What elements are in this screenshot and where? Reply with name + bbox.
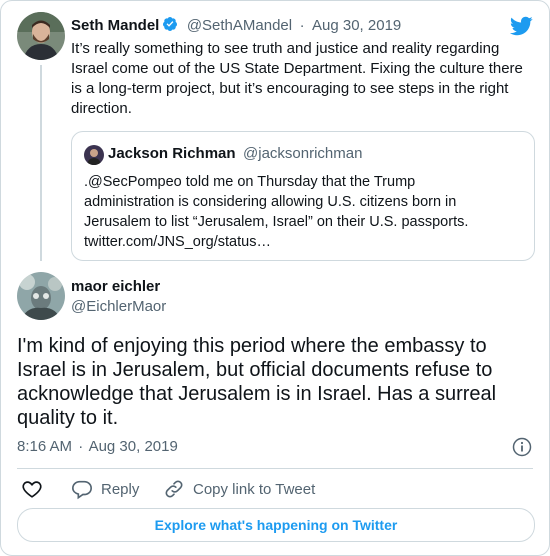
info-icon[interactable] — [512, 437, 532, 457]
separator-dot: · — [299, 17, 305, 34]
quoted-text-line: .@SecPompeo told me on Thursday that the… — [84, 174, 416, 190]
quoted-text-link: twitter.com/JNS_org/status… — [84, 234, 271, 250]
divider — [17, 468, 533, 469]
quoted-tweet-header: Jackson Richman @jacksonrichman — [108, 145, 362, 163]
main-author-handle[interactable]: @EichlerMaor — [71, 298, 166, 315]
quoted-author-handle: @jacksonrichman — [243, 145, 363, 162]
main-author-name[interactable]: maor eichler — [71, 278, 166, 295]
quoted-text-line: administration is considering allowing U… — [84, 194, 457, 210]
jackson-richman-avatar — [84, 145, 104, 165]
quoted-author-name: Jackson Richman — [108, 145, 236, 162]
verified-badge-icon — [162, 16, 178, 32]
twitter-bird-icon[interactable] — [509, 14, 533, 38]
explore-twitter-button[interactable]: Explore what's happening on Twitter — [17, 508, 535, 542]
tweet-time: 8:16 AM — [17, 438, 73, 455]
quoted-tweet[interactable]: Jackson Richman @jacksonrichman .@SecPom… — [71, 131, 535, 261]
like-button[interactable] — [21, 478, 43, 500]
heart-icon — [22, 481, 42, 498]
tweet-timestamp[interactable]: 8:16 AM · Aug 30, 2019 — [17, 438, 178, 455]
parent-tweet-date[interactable]: Aug 30, 2019 — [312, 17, 401, 34]
tweet-card: Seth Mandel @SethAMandel · Aug 30, 2019 … — [0, 0, 550, 556]
copy-link-button[interactable]: Copy link to Tweet — [163, 478, 315, 500]
link-icon — [165, 480, 183, 498]
reply-label: Reply — [101, 480, 140, 498]
parent-author-name[interactable]: Seth Mandel — [71, 17, 159, 34]
thread-line — [40, 65, 42, 261]
reply-button[interactable]: Reply — [71, 478, 139, 500]
main-author: maor eichler @EichlerMaor — [71, 278, 166, 315]
main-tweet-text: I'm kind of enjoying this period where t… — [17, 335, 497, 429]
quoted-text-line: Jerusalem to list “Jerusalem, Israel” on… — [84, 214, 469, 230]
copy-link-label: Copy link to Tweet — [193, 480, 316, 498]
quoted-tweet-text: .@SecPompeo told me on Thursday that the… — [84, 172, 524, 252]
separator-dot: · — [78, 438, 84, 455]
tweet-date: Aug 30, 2019 — [88, 438, 178, 455]
reply-bubble-icon — [72, 480, 92, 500]
maor-eichler-avatar[interactable] — [17, 272, 65, 320]
parent-tweet-header: Seth Mandel @SethAMandel · Aug 30, 2019 — [71, 16, 401, 35]
parent-tweet-text: It’s really something to see truth and j… — [71, 40, 523, 117]
seth-mandel-avatar[interactable] — [17, 12, 65, 60]
parent-author-handle[interactable]: @SethAMandel — [187, 17, 292, 34]
